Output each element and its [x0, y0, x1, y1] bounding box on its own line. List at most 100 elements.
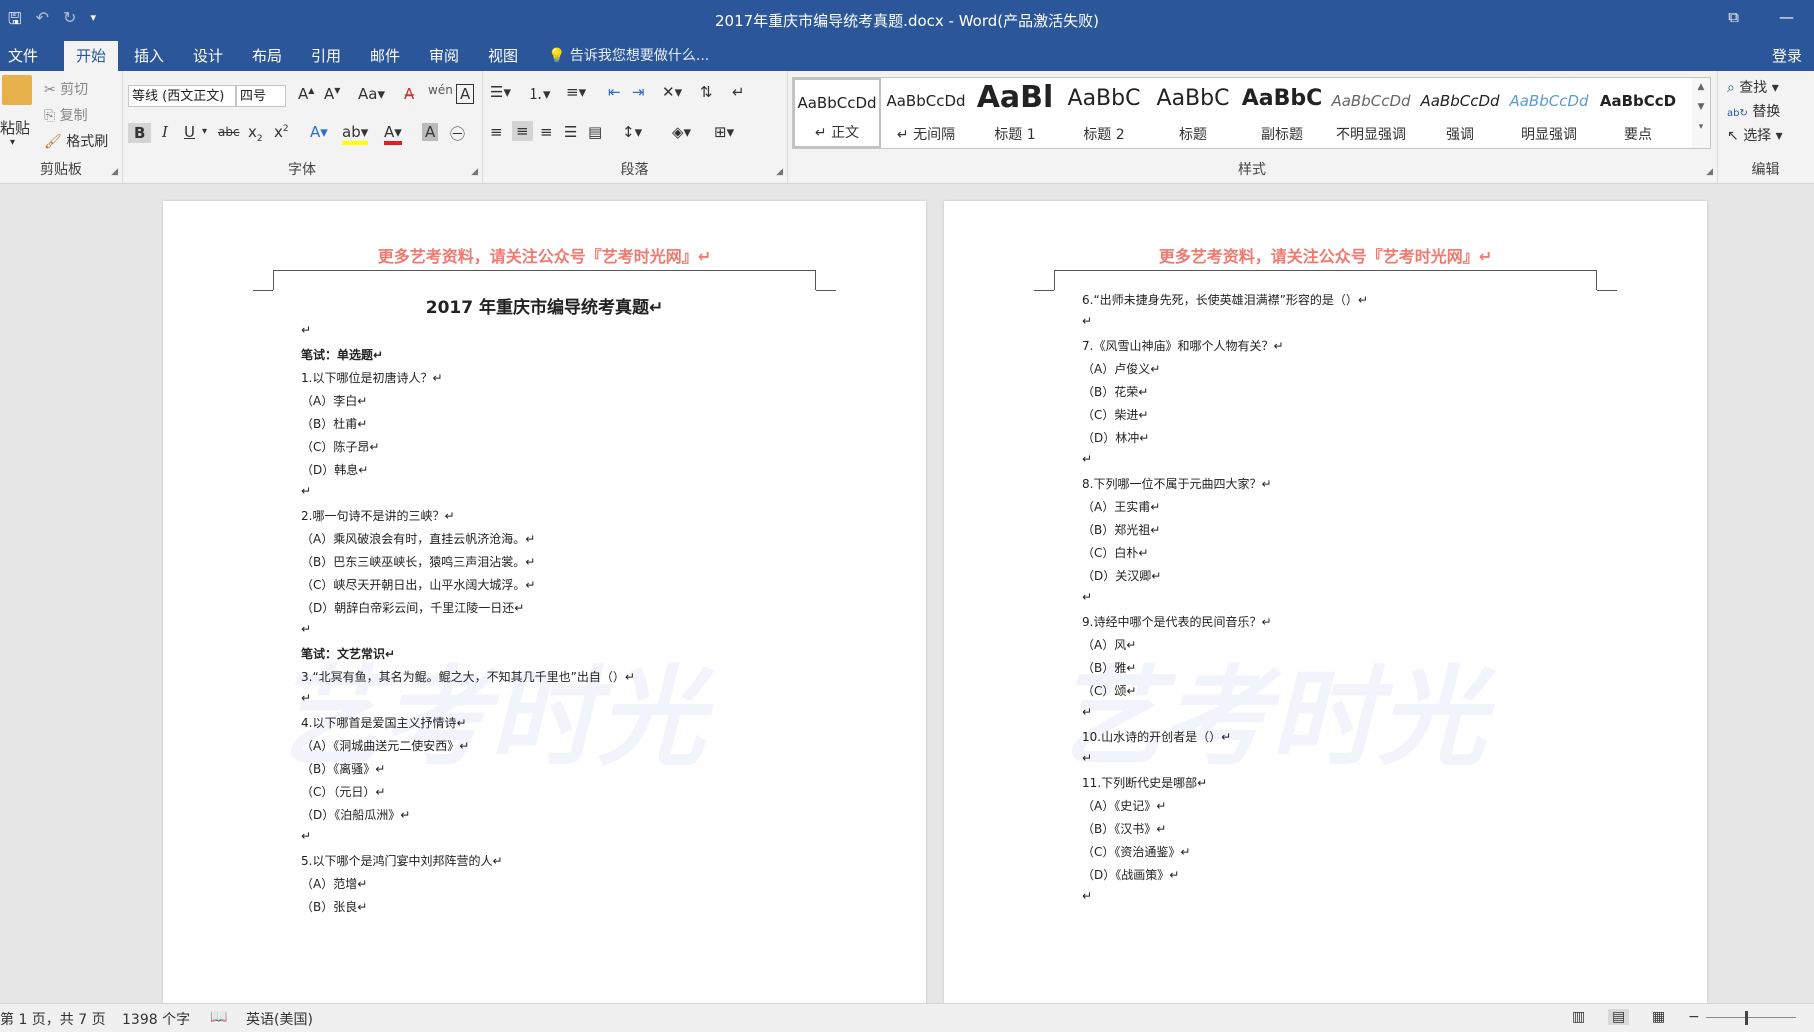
style-sample: AaBbC: [1067, 86, 1141, 111]
numbering-icon[interactable]: ⒈▾: [528, 83, 551, 104]
styles-launcher-icon[interactable]: ◢: [1706, 167, 1713, 177]
styles-more-icon[interactable]: ▾: [1692, 122, 1710, 132]
language-indicator[interactable]: 英语(美国): [246, 1009, 313, 1029]
doc-line: （D）林冲↵: [1082, 431, 1150, 445]
multilevel-list-icon[interactable]: ≡▾: [566, 83, 586, 101]
tell-me-box[interactable]: 💡 告诉我您想要做什么...: [548, 45, 709, 65]
paragraph-label: 段落: [620, 162, 649, 178]
style-name: 标题 1: [994, 127, 1036, 143]
zoom-thumb[interactable]: [1745, 1011, 1748, 1025]
borders-icon[interactable]: ⊞▾: [714, 123, 734, 141]
tab-file[interactable]: 文件: [8, 45, 38, 66]
doc-line: ↵: [301, 829, 312, 843]
word-count[interactable]: 1398 个字: [122, 1009, 190, 1029]
page-2[interactable]: 更多艺考资料，请关注公众号『艺考时光网』↵ 艺考时光 6.“出师未捷身先死，长使…: [944, 201, 1707, 1003]
copy-button[interactable]: ⎘ 复制: [44, 105, 88, 125]
tab-view[interactable]: 视图: [488, 45, 518, 66]
style-normal[interactable]: AaBbCcDd ↵ 正文: [793, 78, 881, 148]
show-marks-icon[interactable]: ↵: [732, 83, 745, 101]
subscript-button[interactable]: x2: [248, 123, 263, 144]
font-size-combo[interactable]: 四号: [236, 85, 286, 107]
doc-line: （C）颂↵: [1082, 684, 1137, 698]
sort-icon[interactable]: ⇅: [700, 83, 713, 101]
grow-font-icon[interactable]: A▲: [298, 85, 314, 103]
tab-review[interactable]: 审阅: [429, 45, 459, 66]
cut-button[interactable]: ✂ 剪切: [44, 79, 88, 99]
doc-line: （C）柴进↵: [1082, 408, 1149, 422]
italic-button[interactable]: I: [162, 123, 168, 141]
zoom-slider[interactable]: [1706, 1017, 1796, 1018]
login-button[interactable]: 登录: [1772, 45, 1802, 66]
style-intense-emphasis[interactable]: AaBbCcDd 明显强调: [1505, 78, 1593, 148]
font-color-icon[interactable]: A▾: [384, 123, 402, 145]
read-mode-icon[interactable]: ▥: [1572, 1009, 1585, 1025]
underline-button[interactable]: U: [184, 123, 195, 141]
style-subtitle[interactable]: AaBbC 副标题: [1238, 78, 1326, 148]
underline-dropdown-icon[interactable]: ▾: [202, 126, 207, 137]
find-button[interactable]: ⌕ 查找 ▾: [1727, 77, 1779, 97]
replace-button[interactable]: ab↻ 替换: [1727, 101, 1780, 121]
minimize-icon[interactable]: —: [1779, 8, 1794, 26]
style-heading-1[interactable]: AaBl 标题 1: [971, 78, 1059, 148]
character-shading-icon[interactable]: A: [422, 123, 439, 141]
page-1[interactable]: 更多艺考资料，请关注公众号『艺考时光网』↵ 艺考时光 2017 年重庆市编导统考…: [163, 201, 926, 1003]
enclose-characters-icon[interactable]: ㊀: [450, 123, 465, 144]
proofing-icon[interactable]: 📖: [210, 1009, 227, 1025]
bold-button[interactable]: B: [128, 123, 152, 143]
strikethrough-button[interactable]: abc: [218, 125, 240, 139]
print-layout-icon[interactable]: ▤: [1608, 1009, 1630, 1025]
change-case-button[interactable]: Aa▾: [358, 85, 385, 103]
tab-design[interactable]: 设计: [193, 45, 223, 66]
paragraph-launcher-icon[interactable]: ◢: [776, 167, 783, 177]
tab-insert[interactable]: 插入: [134, 45, 164, 66]
styles-down-icon[interactable]: ▼: [1692, 102, 1710, 112]
style-sample: AaBbCcDd: [1509, 92, 1589, 110]
justify-icon[interactable]: ☰: [564, 123, 577, 141]
align-left-icon[interactable]: ≡: [490, 123, 503, 141]
phonetic-guide-icon[interactable]: wén: [428, 83, 453, 97]
style-emphasis[interactable]: AaBbCcDd 强调: [1416, 78, 1504, 148]
chinese-layout-icon[interactable]: ✕▾: [662, 83, 682, 101]
font-launcher-icon[interactable]: ◢: [471, 167, 478, 177]
decrease-indent-icon[interactable]: ⇤: [608, 83, 621, 101]
select-label: 选择: [1743, 128, 1772, 144]
character-border-icon[interactable]: A: [456, 84, 475, 104]
font-name-combo[interactable]: 等线 (西文正文): [128, 85, 236, 107]
style-title[interactable]: AaBbC 标题: [1149, 78, 1237, 148]
style-strong[interactable]: AaBbCcD 要点: [1594, 78, 1682, 148]
align-right-icon[interactable]: ≡: [540, 123, 553, 141]
superscript-button[interactable]: x2: [274, 123, 289, 141]
font-name-value: 等线 (西文正文): [132, 89, 225, 104]
shading-icon[interactable]: ◈▾: [672, 123, 691, 141]
style-heading-2[interactable]: AaBbC 标题 2: [1060, 78, 1148, 148]
text-effects-icon[interactable]: A▾: [310, 123, 328, 141]
page-count[interactable]: 第 1 页，共 7 页: [0, 1009, 106, 1029]
tab-references[interactable]: 引用: [311, 45, 341, 66]
style-name: ↵ 无间隔: [896, 127, 956, 143]
tab-home[interactable]: 开始: [64, 41, 119, 72]
paste-dropdown-icon[interactable]: ▾: [10, 137, 15, 148]
select-button[interactable]: ↖ 选择 ▾: [1727, 125, 1783, 145]
font-label: 字体: [288, 162, 316, 178]
shrink-font-icon[interactable]: A▼: [324, 85, 340, 103]
styles-up-icon[interactable]: ▲: [1692, 82, 1710, 92]
clipboard-launcher-icon[interactable]: ◢: [111, 167, 118, 177]
line-spacing-icon[interactable]: ↕▾: [622, 123, 642, 141]
increase-indent-icon[interactable]: ⇥: [632, 83, 645, 101]
distributed-icon[interactable]: ▤: [588, 123, 602, 141]
tab-layout[interactable]: 布局: [252, 45, 282, 66]
clear-formatting-icon[interactable]: A̶: [404, 85, 414, 103]
style-subtle-emphasis[interactable]: AaBbCcDd 不明显强调: [1327, 78, 1415, 148]
paste-button[interactable]: 粘贴: [0, 117, 30, 138]
align-center-icon[interactable]: ≡: [512, 121, 533, 141]
tab-mailings[interactable]: 邮件: [370, 45, 400, 66]
format-painter-button[interactable]: 🖌 格式刷: [44, 131, 108, 151]
doc-line: 10.山水诗的开创者是（）↵: [1082, 730, 1232, 744]
web-layout-icon[interactable]: ▦: [1652, 1009, 1665, 1025]
highlight-icon[interactable]: ab▾: [342, 123, 369, 145]
ribbon-display-icon[interactable]: ⧉: [1728, 8, 1739, 26]
paste-icon[interactable]: [2, 75, 32, 105]
bullets-icon[interactable]: ☰▾: [490, 83, 511, 101]
style-no-spacing[interactable]: AaBbCcDd ↵ 无间隔: [882, 78, 970, 148]
zoom-out-icon[interactable]: −: [1688, 1009, 1700, 1025]
